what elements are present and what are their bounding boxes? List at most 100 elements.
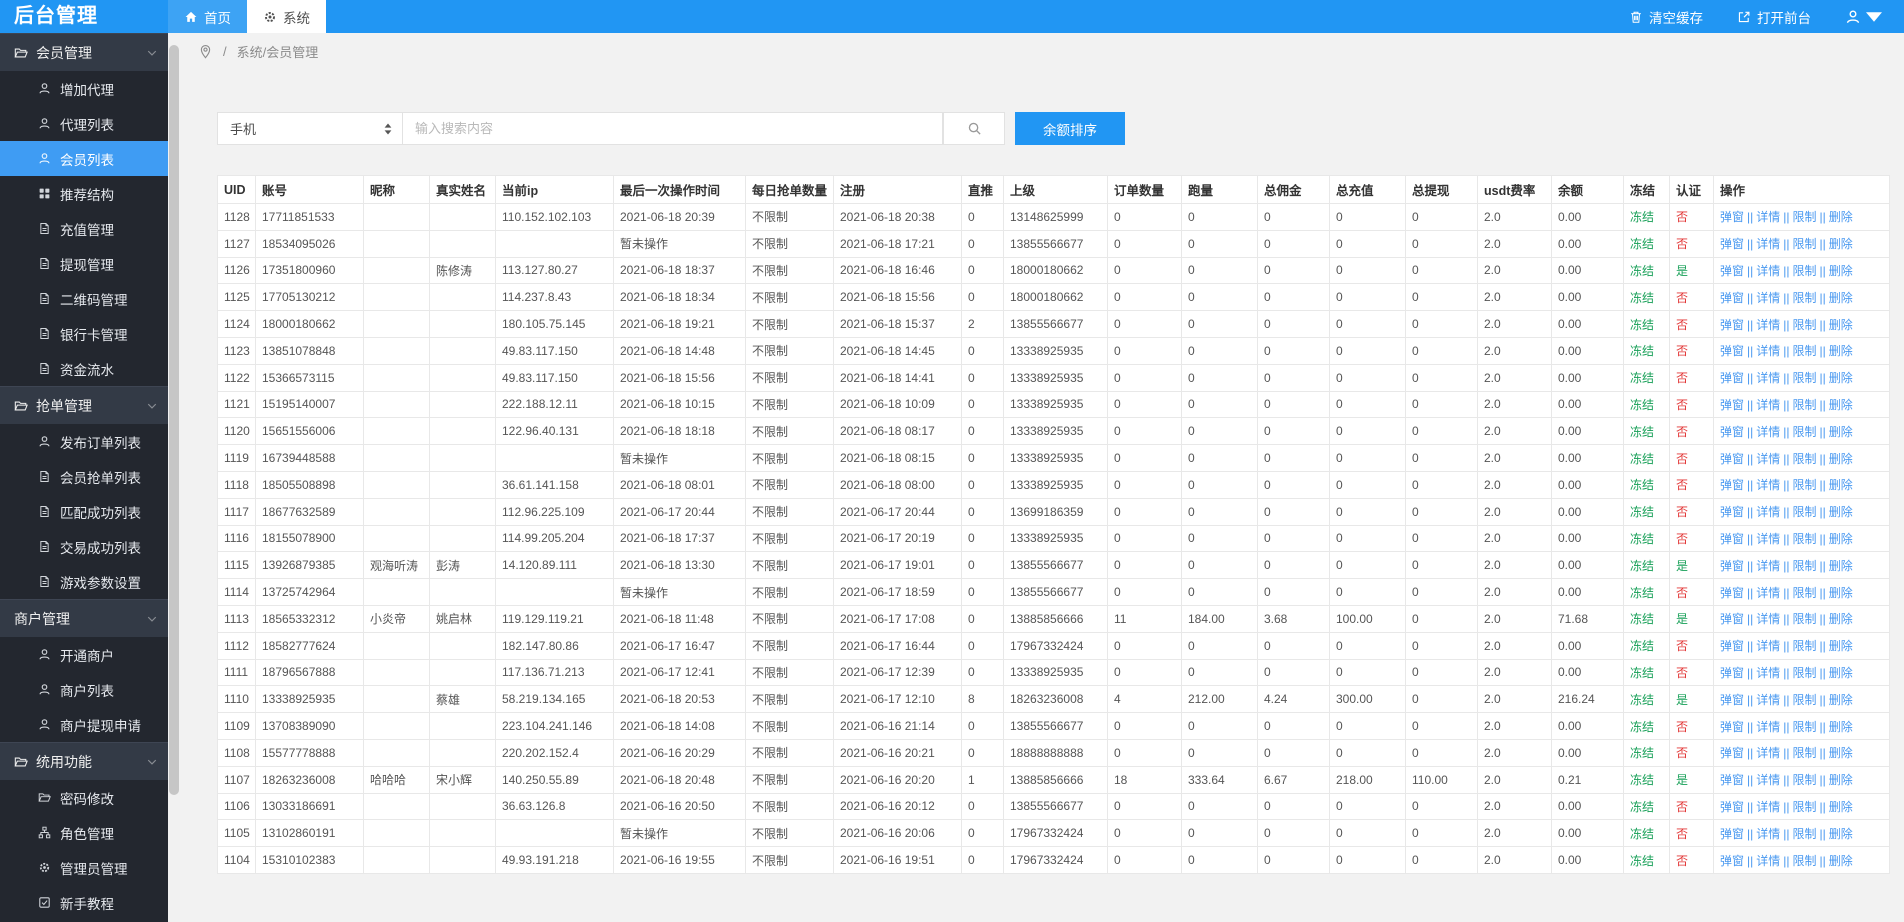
action-restrict-link[interactable]: 限制 bbox=[1793, 452, 1817, 466]
action-restrict-link[interactable]: 限制 bbox=[1793, 398, 1817, 412]
sidebar-item[interactable]: 管理员管理 bbox=[0, 850, 168, 885]
action-delete-link[interactable]: 删除 bbox=[1829, 720, 1853, 734]
action-delete-link[interactable]: 删除 bbox=[1829, 854, 1853, 868]
action-detail-link[interactable]: 详情 bbox=[1756, 800, 1780, 814]
action-delete-link[interactable]: 删除 bbox=[1829, 532, 1853, 546]
action-popup-link[interactable]: 弹窗 bbox=[1720, 854, 1744, 868]
action-popup-link[interactable]: 弹窗 bbox=[1720, 291, 1744, 305]
sidebar-item[interactable]: 交易成功列表 bbox=[0, 529, 168, 564]
action-detail-link[interactable]: 详情 bbox=[1756, 612, 1780, 626]
action-delete-link[interactable]: 删除 bbox=[1829, 237, 1853, 251]
sidebar-item[interactable]: 商户列表 bbox=[0, 672, 168, 707]
action-restrict-link[interactable]: 限制 bbox=[1793, 210, 1817, 224]
sidebar-item[interactable]: 会员列表 bbox=[0, 141, 168, 176]
action-detail-link[interactable]: 详情 bbox=[1756, 639, 1780, 653]
action-restrict-link[interactable]: 限制 bbox=[1793, 505, 1817, 519]
action-delete-link[interactable]: 删除 bbox=[1829, 559, 1853, 573]
action-detail-link[interactable]: 详情 bbox=[1756, 532, 1780, 546]
action-detail-link[interactable]: 详情 bbox=[1756, 854, 1780, 868]
action-delete-link[interactable]: 删除 bbox=[1829, 612, 1853, 626]
action-delete-link[interactable]: 删除 bbox=[1829, 693, 1853, 707]
freeze-link[interactable]: 冻结 bbox=[1630, 452, 1654, 466]
action-restrict-link[interactable]: 限制 bbox=[1793, 532, 1817, 546]
sidebar-item[interactable]: 开通商户 bbox=[0, 637, 168, 672]
sidebar-item[interactable]: 密码修改 bbox=[0, 780, 168, 815]
search-field-select[interactable]: 手机 bbox=[217, 112, 403, 145]
action-delete-link[interactable]: 删除 bbox=[1829, 371, 1853, 385]
action-restrict-link[interactable]: 限制 bbox=[1793, 344, 1817, 358]
open-frontend-button[interactable]: 打开前台 bbox=[1737, 7, 1811, 27]
action-delete-link[interactable]: 删除 bbox=[1829, 505, 1853, 519]
action-restrict-link[interactable]: 限制 bbox=[1793, 425, 1817, 439]
action-popup-link[interactable]: 弹窗 bbox=[1720, 425, 1744, 439]
freeze-link[interactable]: 冻结 bbox=[1630, 800, 1654, 814]
sidebar-item[interactable]: 银行卡管理 bbox=[0, 316, 168, 351]
sidebar-item[interactable]: 商户提现申请 bbox=[0, 707, 168, 742]
freeze-link[interactable]: 冻结 bbox=[1630, 639, 1654, 653]
freeze-link[interactable]: 冻结 bbox=[1630, 693, 1654, 707]
action-delete-link[interactable]: 删除 bbox=[1829, 425, 1853, 439]
action-delete-link[interactable]: 删除 bbox=[1829, 318, 1853, 332]
action-popup-link[interactable]: 弹窗 bbox=[1720, 478, 1744, 492]
freeze-link[interactable]: 冻结 bbox=[1630, 318, 1654, 332]
sidebar-item[interactable]: 代理列表 bbox=[0, 106, 168, 141]
action-detail-link[interactable]: 详情 bbox=[1756, 773, 1780, 787]
action-popup-link[interactable]: 弹窗 bbox=[1720, 505, 1744, 519]
action-popup-link[interactable]: 弹窗 bbox=[1720, 639, 1744, 653]
freeze-link[interactable]: 冻结 bbox=[1630, 612, 1654, 626]
action-detail-link[interactable]: 详情 bbox=[1756, 666, 1780, 680]
sidebar-group-header[interactable]: 统用功能 bbox=[0, 742, 168, 780]
freeze-link[interactable]: 冻结 bbox=[1630, 505, 1654, 519]
action-delete-link[interactable]: 删除 bbox=[1829, 478, 1853, 492]
search-button[interactable] bbox=[943, 112, 1005, 145]
action-popup-link[interactable]: 弹窗 bbox=[1720, 746, 1744, 760]
action-detail-link[interactable]: 详情 bbox=[1756, 210, 1780, 224]
action-restrict-link[interactable]: 限制 bbox=[1793, 773, 1817, 787]
action-detail-link[interactable]: 详情 bbox=[1756, 478, 1780, 492]
action-restrict-link[interactable]: 限制 bbox=[1793, 371, 1817, 385]
action-delete-link[interactable]: 删除 bbox=[1829, 291, 1853, 305]
sidebar-item[interactable]: 提现管理 bbox=[0, 246, 168, 281]
action-restrict-link[interactable]: 限制 bbox=[1793, 586, 1817, 600]
action-delete-link[interactable]: 删除 bbox=[1829, 344, 1853, 358]
freeze-link[interactable]: 冻结 bbox=[1630, 291, 1654, 305]
action-popup-link[interactable]: 弹窗 bbox=[1720, 586, 1744, 600]
action-restrict-link[interactable]: 限制 bbox=[1793, 800, 1817, 814]
action-restrict-link[interactable]: 限制 bbox=[1793, 827, 1817, 841]
action-delete-link[interactable]: 删除 bbox=[1829, 827, 1853, 841]
action-delete-link[interactable]: 删除 bbox=[1829, 264, 1853, 278]
action-detail-link[interactable]: 详情 bbox=[1756, 318, 1780, 332]
action-restrict-link[interactable]: 限制 bbox=[1793, 639, 1817, 653]
action-delete-link[interactable]: 删除 bbox=[1829, 666, 1853, 680]
action-popup-link[interactable]: 弹窗 bbox=[1720, 720, 1744, 734]
sidebar-item[interactable]: 推荐结构 bbox=[0, 176, 168, 211]
freeze-link[interactable]: 冻结 bbox=[1630, 746, 1654, 760]
action-delete-link[interactable]: 删除 bbox=[1829, 746, 1853, 760]
freeze-link[interactable]: 冻结 bbox=[1630, 854, 1654, 868]
sidebar-group-header[interactable]: 抢单管理 bbox=[0, 386, 168, 424]
action-restrict-link[interactable]: 限制 bbox=[1793, 559, 1817, 573]
action-detail-link[interactable]: 详情 bbox=[1756, 720, 1780, 734]
balance-sort-button[interactable]: 余额排序 bbox=[1015, 112, 1125, 145]
action-popup-link[interactable]: 弹窗 bbox=[1720, 666, 1744, 680]
action-delete-link[interactable]: 删除 bbox=[1829, 452, 1853, 466]
user-menu[interactable] bbox=[1845, 9, 1882, 25]
action-detail-link[interactable]: 详情 bbox=[1756, 237, 1780, 251]
search-input[interactable] bbox=[403, 112, 943, 145]
action-delete-link[interactable]: 删除 bbox=[1829, 398, 1853, 412]
action-restrict-link[interactable]: 限制 bbox=[1793, 693, 1817, 707]
action-restrict-link[interactable]: 限制 bbox=[1793, 237, 1817, 251]
action-delete-link[interactable]: 删除 bbox=[1829, 773, 1853, 787]
action-detail-link[interactable]: 详情 bbox=[1756, 344, 1780, 358]
action-detail-link[interactable]: 详情 bbox=[1756, 746, 1780, 760]
action-popup-link[interactable]: 弹窗 bbox=[1720, 612, 1744, 626]
action-popup-link[interactable]: 弹窗 bbox=[1720, 693, 1744, 707]
sidebar-item[interactable]: 角色管理 bbox=[0, 815, 168, 850]
sidebar-item[interactable]: 会员抢单列表 bbox=[0, 459, 168, 494]
sidebar-item[interactable]: 匹配成功列表 bbox=[0, 494, 168, 529]
freeze-link[interactable]: 冻结 bbox=[1630, 425, 1654, 439]
action-detail-link[interactable]: 详情 bbox=[1756, 398, 1780, 412]
action-restrict-link[interactable]: 限制 bbox=[1793, 318, 1817, 332]
freeze-link[interactable]: 冻结 bbox=[1630, 532, 1654, 546]
tab-home[interactable]: 首页 bbox=[168, 0, 247, 33]
